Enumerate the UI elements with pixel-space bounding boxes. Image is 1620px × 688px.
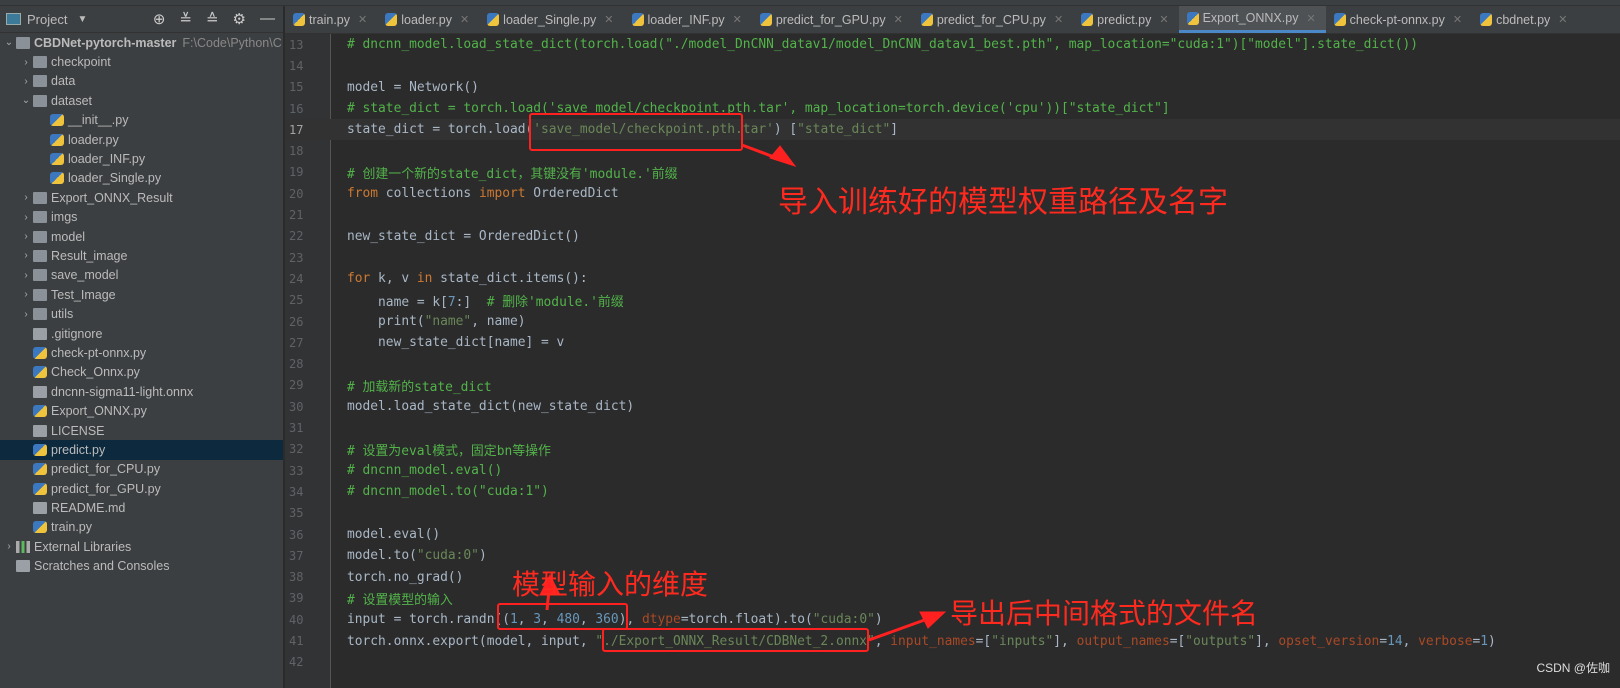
annotation-output-file: 导出后中间格式的文件名	[950, 597, 1259, 630]
watermark: CSDN @佐咖	[1536, 661, 1610, 675]
arrow-head-weights	[769, 145, 797, 167]
arrow-file	[868, 616, 931, 642]
annotation-weights-path: 导入训练好的模型权重路径及名字	[778, 185, 1228, 220]
arrow-head-file	[919, 611, 947, 629]
annotation-arrows	[539, 143, 947, 642]
annotation-input-dims: 模型输入的维度	[512, 568, 709, 601]
